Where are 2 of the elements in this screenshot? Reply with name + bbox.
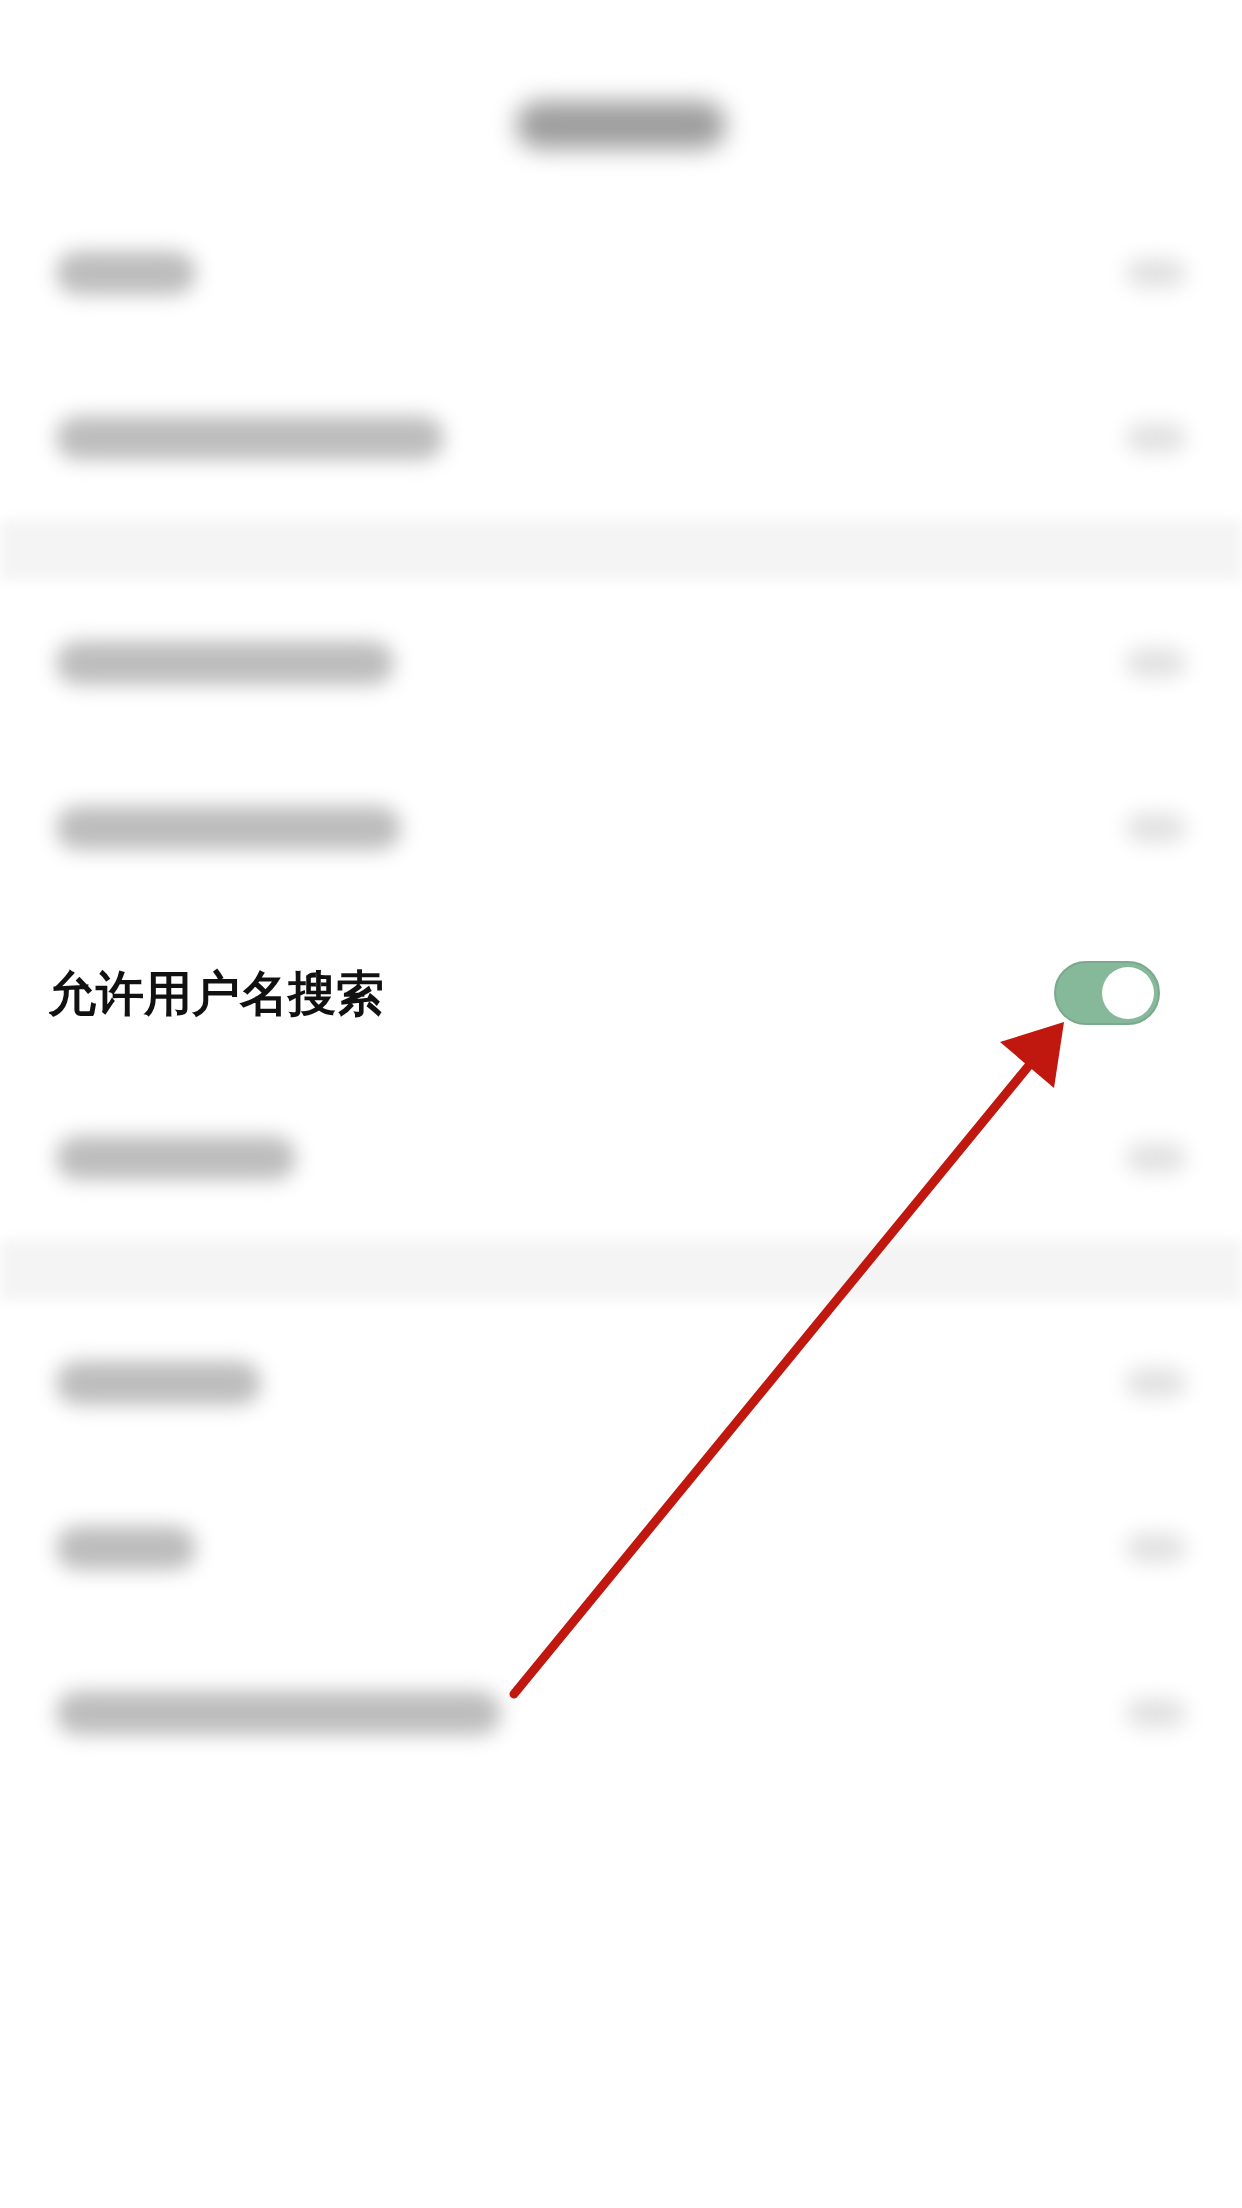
setting-label: 允许用户名搜索 xyxy=(48,963,384,1023)
toggle-switch[interactable] xyxy=(1054,960,1160,1025)
